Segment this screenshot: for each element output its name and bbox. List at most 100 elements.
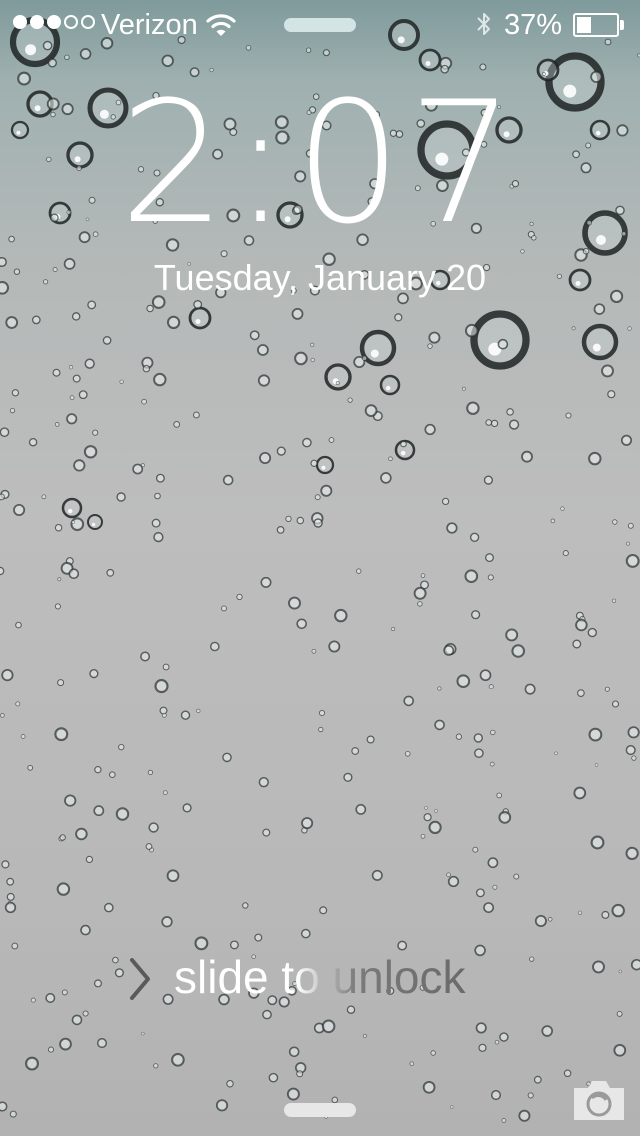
raindrop <box>403 695 415 707</box>
raindrop <box>193 411 200 419</box>
raindrop <box>487 857 499 869</box>
raindrop <box>148 822 159 833</box>
raindrop <box>371 869 383 881</box>
signal-strength-icon <box>13 15 95 29</box>
raindrop <box>45 993 56 1003</box>
raindrop <box>428 820 442 835</box>
raindrop <box>296 516 305 525</box>
raindrop <box>437 686 442 691</box>
raindrop <box>420 833 426 839</box>
raindrop <box>155 473 165 483</box>
raindrop <box>162 790 168 796</box>
raindrop <box>112 956 119 964</box>
raindrop <box>13 503 26 516</box>
raindrop <box>577 910 583 915</box>
raindrop <box>541 1025 553 1037</box>
raindrop <box>427 343 433 349</box>
raindrop <box>262 828 271 837</box>
raindrop <box>498 811 512 824</box>
raindrop <box>422 1080 436 1094</box>
raindrop <box>626 541 630 546</box>
raindrop <box>222 752 232 763</box>
raindrop <box>87 514 103 530</box>
bluetooth-icon <box>477 13 490 35</box>
raindrop <box>57 577 62 582</box>
raindrop <box>446 872 451 877</box>
raindrop <box>534 915 547 928</box>
raindrop <box>59 1037 72 1051</box>
raindrop <box>89 668 99 679</box>
raindrop <box>464 569 479 584</box>
raindrop <box>473 733 483 743</box>
raindrop <box>59 834 66 841</box>
raindrop <box>182 803 192 813</box>
raindrop <box>61 989 68 996</box>
notification-center-handle[interactable] <box>284 18 356 32</box>
raindrop <box>314 494 321 501</box>
lock-screen: Verizon 37% 2:07 Tuesday, January 20 sli… <box>0 0 640 1136</box>
raindrop <box>560 506 565 511</box>
raindrop <box>461 386 466 391</box>
raindrop <box>506 408 514 416</box>
raindrop <box>423 813 432 822</box>
raindrop <box>30 997 36 1003</box>
raindrop <box>441 497 450 506</box>
lock-screen-time: 2:07 <box>119 65 521 261</box>
raindrop <box>324 363 352 391</box>
raindrop <box>533 1075 542 1084</box>
raindrop <box>424 806 428 810</box>
raindrop <box>472 846 479 853</box>
slide-to-unlock-label: slide to unlock <box>174 948 466 1006</box>
raindrop <box>54 523 63 532</box>
raindrop <box>288 1046 300 1058</box>
raindrop <box>487 574 494 581</box>
raindrop <box>114 968 125 978</box>
raindrop <box>485 419 493 426</box>
raindrop <box>505 628 519 642</box>
raindrop <box>15 621 22 629</box>
raindrop <box>28 437 38 447</box>
raindrop <box>161 712 167 718</box>
raindrop <box>54 603 61 610</box>
raindrop <box>222 474 234 486</box>
raindrop <box>613 1043 627 1057</box>
raindrop <box>320 484 333 497</box>
raindrop <box>310 357 315 363</box>
control-center-handle[interactable] <box>284 1103 356 1117</box>
raindrop <box>529 956 535 962</box>
raindrop <box>301 817 314 830</box>
wifi-icon <box>206 14 236 36</box>
raindrop <box>394 313 403 322</box>
raindrop <box>54 727 69 742</box>
raindrop <box>466 401 480 415</box>
raindrop <box>61 497 83 519</box>
battery-percentage: 37% <box>504 9 563 41</box>
raindrop <box>141 398 147 405</box>
raindrop <box>0 493 5 501</box>
signal-dot <box>30 15 44 29</box>
raindrop <box>285 515 292 523</box>
raindrop <box>286 1087 300 1101</box>
slide-to-unlock[interactable]: slide to unlock <box>126 948 526 1008</box>
raindrop <box>601 364 614 378</box>
raindrop <box>104 902 114 913</box>
raindrop <box>447 875 460 888</box>
raindrop <box>66 413 78 425</box>
raindrop <box>627 726 640 739</box>
raindrop <box>424 423 436 436</box>
raindrop <box>226 1079 234 1088</box>
raindrop <box>83 445 98 459</box>
raindrop <box>478 1043 487 1052</box>
raindrop <box>571 326 576 331</box>
camera-icon[interactable] <box>570 1076 628 1124</box>
raindrop <box>64 54 70 60</box>
raindrop <box>11 942 19 950</box>
raindrop <box>488 684 494 690</box>
raindrop <box>616 1010 623 1017</box>
chevron-right-icon <box>130 958 150 1000</box>
raindrop <box>554 751 558 756</box>
raindrop <box>25 1056 39 1071</box>
raindrop <box>391 626 396 631</box>
raindrop <box>582 247 590 255</box>
raindrop <box>300 928 311 939</box>
